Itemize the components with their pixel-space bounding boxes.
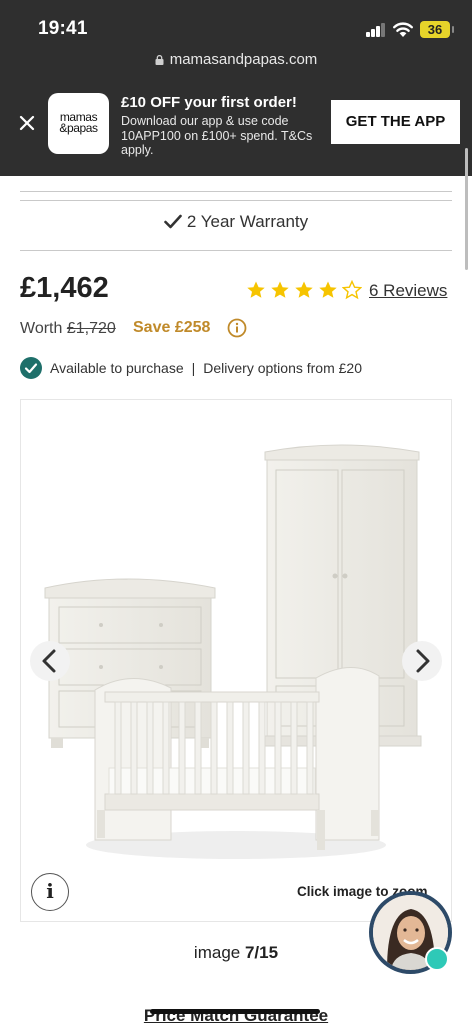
previous-image-button[interactable] bbox=[30, 641, 70, 681]
divider bbox=[20, 191, 452, 192]
status-time: 19:41 bbox=[38, 18, 88, 39]
cellular-signal-icon bbox=[366, 23, 386, 37]
checkmark-icon bbox=[164, 214, 182, 229]
chevron-right-icon bbox=[416, 649, 430, 673]
app-download-banner: mamas &papas £10 OFF your first order! D… bbox=[0, 78, 472, 176]
star-filled-icon bbox=[247, 281, 265, 298]
status-bar: 19:41 36 bbox=[0, 0, 472, 46]
mamas-papas-logo: mamas &papas bbox=[48, 93, 109, 154]
battery-indicator: 36 bbox=[420, 21, 454, 38]
delivery-text: Delivery options from £20 bbox=[203, 360, 362, 376]
online-status-dot bbox=[425, 947, 449, 971]
info-icon: i bbox=[46, 879, 54, 903]
star-filled-icon bbox=[295, 281, 313, 298]
save-amount: Save £258 bbox=[133, 319, 211, 336]
divider bbox=[20, 200, 452, 201]
lock-icon bbox=[155, 55, 164, 65]
image-info-button[interactable]: i bbox=[31, 873, 69, 911]
chevron-left-icon bbox=[42, 649, 56, 673]
banner-title: £10 OFF your first order! bbox=[121, 94, 297, 111]
reviews-link[interactable]: 6 Reviews bbox=[369, 281, 447, 301]
warranty-text: 2 Year Warranty bbox=[186, 212, 309, 231]
product-image-gallery[interactable] bbox=[20, 399, 452, 922]
nursery-furniture-image[interactable] bbox=[21, 400, 452, 922]
home-indicator bbox=[150, 1009, 320, 1014]
next-image-button[interactable] bbox=[402, 641, 442, 681]
star-rating bbox=[246, 280, 366, 302]
wifi-icon bbox=[393, 22, 413, 37]
separator: | bbox=[191, 360, 196, 376]
star-filled-icon bbox=[319, 281, 337, 298]
get-the-app-button[interactable]: GET THE APP bbox=[331, 100, 460, 144]
availability-text: Available to purchase bbox=[50, 360, 184, 376]
address-bar[interactable]: mamasandpapas.com bbox=[0, 46, 472, 78]
star-empty-icon bbox=[342, 280, 362, 300]
page-scrollbar[interactable] bbox=[465, 148, 468, 270]
worth-label: Worth bbox=[20, 320, 63, 337]
original-price: £1,720 bbox=[66, 320, 116, 337]
available-check-icon bbox=[20, 357, 42, 379]
divider bbox=[20, 250, 452, 251]
info-circle-icon[interactable] bbox=[227, 318, 247, 338]
url-text: mamasandpapas.com bbox=[169, 51, 318, 68]
star-filled-icon bbox=[271, 281, 289, 298]
worth-price: Worth £1,720 bbox=[20, 320, 116, 338]
warranty-row: 2 Year Warranty bbox=[0, 212, 472, 232]
close-icon[interactable] bbox=[16, 112, 38, 134]
banner-description: Download our app & use code 10APP100 on … bbox=[121, 114, 313, 157]
availability-row: Available to purchase | Delivery options f… bbox=[20, 357, 362, 379]
product-price: £1,462 bbox=[20, 272, 109, 304]
